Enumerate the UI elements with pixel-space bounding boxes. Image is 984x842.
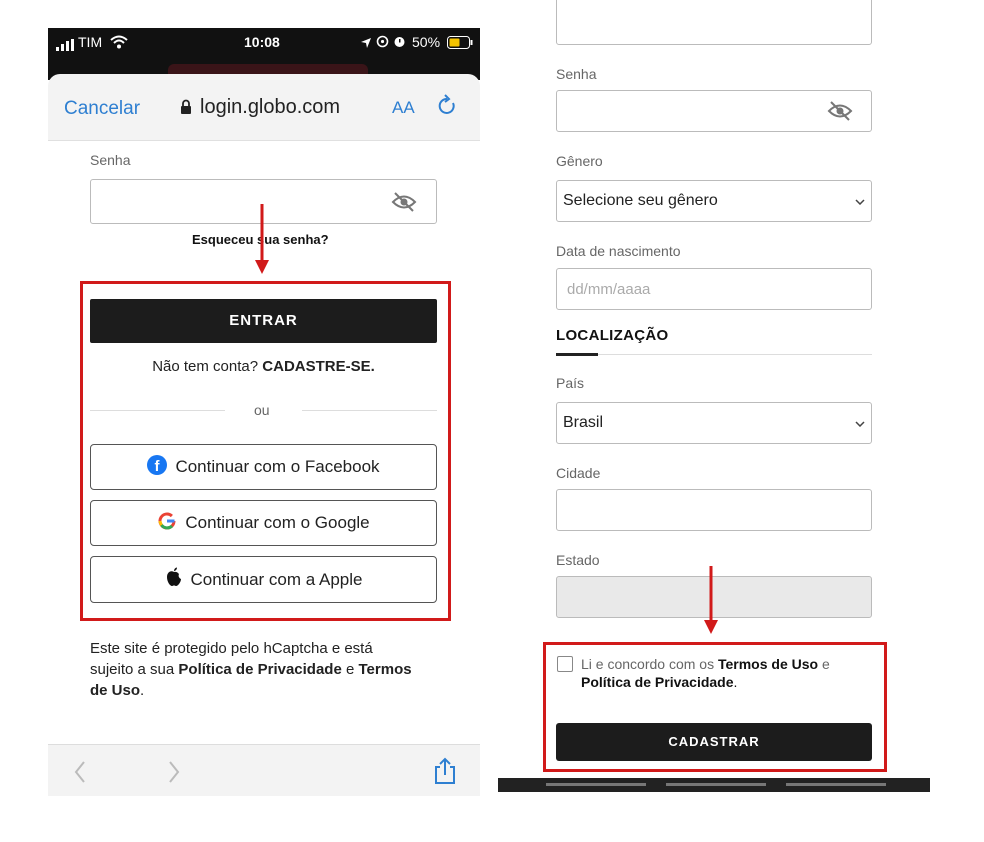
eye-off-icon[interactable] (827, 100, 853, 127)
captcha-notice: Este site é protegido pelo hCaptcha e es… (90, 638, 420, 701)
or-separator: ou (254, 402, 270, 418)
facebook-icon: f (147, 454, 168, 480)
reload-icon[interactable] (436, 94, 458, 123)
gender-value: Selecione seu gênero (563, 192, 718, 209)
chevron-down-icon (855, 192, 865, 210)
no-account-text: Não tem conta? (152, 358, 259, 375)
wifi-icon (110, 35, 128, 54)
agree-prefix: Li e concordo com os (581, 656, 715, 672)
signal-icon (56, 38, 74, 56)
google-button-label: Continuar com o Google (185, 513, 370, 532)
apple-icon (165, 567, 183, 592)
rotation-lock-icon (376, 35, 389, 53)
carrier-label: TIM (78, 34, 103, 50)
password-label: Senha (90, 152, 131, 168)
divider (90, 410, 225, 411)
state-label: Estado (556, 552, 600, 568)
period-text: . (733, 674, 738, 690)
chevron-down-icon (855, 414, 865, 432)
gender-label: Gênero (556, 153, 603, 169)
location-icon (360, 36, 372, 54)
status-bar: TIM 10:08 50% (48, 28, 480, 80)
bar-segment (786, 783, 886, 786)
privacy-policy-link[interactable]: Política de Privacidade (581, 674, 734, 690)
city-label: Cidade (556, 465, 601, 481)
birth-date-placeholder: dd/mm/aaaa (567, 281, 651, 298)
eye-off-icon[interactable] (391, 191, 417, 218)
bar-segment (666, 783, 766, 786)
and-text: e (821, 656, 830, 672)
divider (302, 410, 437, 411)
facebook-button-label: Continuar com o Facebook (175, 457, 380, 476)
birth-date-label: Data de nascimento (556, 243, 681, 259)
url-text[interactable]: login.globo.com (200, 96, 340, 119)
country-select[interactable]: Brasil (556, 402, 872, 444)
arrow-annotation (704, 566, 718, 634)
birth-date-field[interactable]: dd/mm/aaaa (556, 268, 872, 310)
facebook-login-button[interactable]: f Continuar com o Facebook (90, 444, 437, 490)
section-divider (556, 354, 872, 355)
battery-percent: 50% (412, 34, 441, 50)
password-field[interactable] (556, 90, 872, 132)
bar-segment (546, 783, 646, 786)
register-button[interactable]: CADASTRAR (556, 723, 872, 761)
text-size-button[interactable]: AA (392, 98, 415, 118)
and-text: e (345, 661, 355, 678)
lock-icon (180, 99, 192, 120)
country-label: País (556, 375, 585, 391)
back-icon[interactable] (74, 761, 86, 788)
signup-screen: Senha Gênero Selecione seu gênero Data d… (498, 0, 930, 792)
forward-icon[interactable] (168, 761, 180, 788)
agree-text: Li e concordo com os Termos de Uso e Pol… (581, 655, 871, 691)
apple-login-button[interactable]: Continuar com a Apple (90, 556, 437, 603)
battery-icon (447, 36, 473, 54)
browser-header: Cancelar login.globo.com AA (48, 74, 480, 141)
arrow-annotation (255, 204, 269, 274)
bottom-bar (498, 778, 930, 792)
clock: 10:08 (244, 34, 280, 50)
signup-prompt: Não tem conta? CADASTRE-SE. (90, 358, 437, 375)
enter-button[interactable]: ENTRAR (90, 299, 437, 343)
city-field[interactable] (556, 489, 872, 531)
signup-link[interactable]: CADASTRE-SE. (262, 358, 375, 375)
terms-link[interactable]: Termos de Uso (718, 656, 818, 672)
terms-checkbox[interactable] (557, 656, 573, 672)
cancel-button[interactable]: Cancelar (64, 98, 140, 120)
previous-field[interactable] (556, 0, 872, 45)
alarm-icon (393, 35, 406, 53)
google-icon (157, 511, 177, 536)
password-label: Senha (556, 66, 597, 82)
browser-toolbar (48, 744, 480, 796)
share-icon[interactable] (433, 757, 457, 790)
section-underline (556, 353, 598, 356)
gender-select[interactable]: Selecione seu gênero (556, 180, 872, 222)
privacy-policy-link[interactable]: Política de Privacidade (178, 661, 341, 678)
period-text: . (140, 682, 145, 699)
country-value: Brasil (563, 414, 604, 431)
apple-button-label: Continuar com a Apple (190, 569, 363, 589)
google-login-button[interactable]: Continuar com o Google (90, 500, 437, 546)
location-heading: LOCALIZAÇÃO (556, 327, 669, 344)
login-screen: TIM 10:08 50% Cancelar login.globo.com A… (48, 28, 480, 796)
